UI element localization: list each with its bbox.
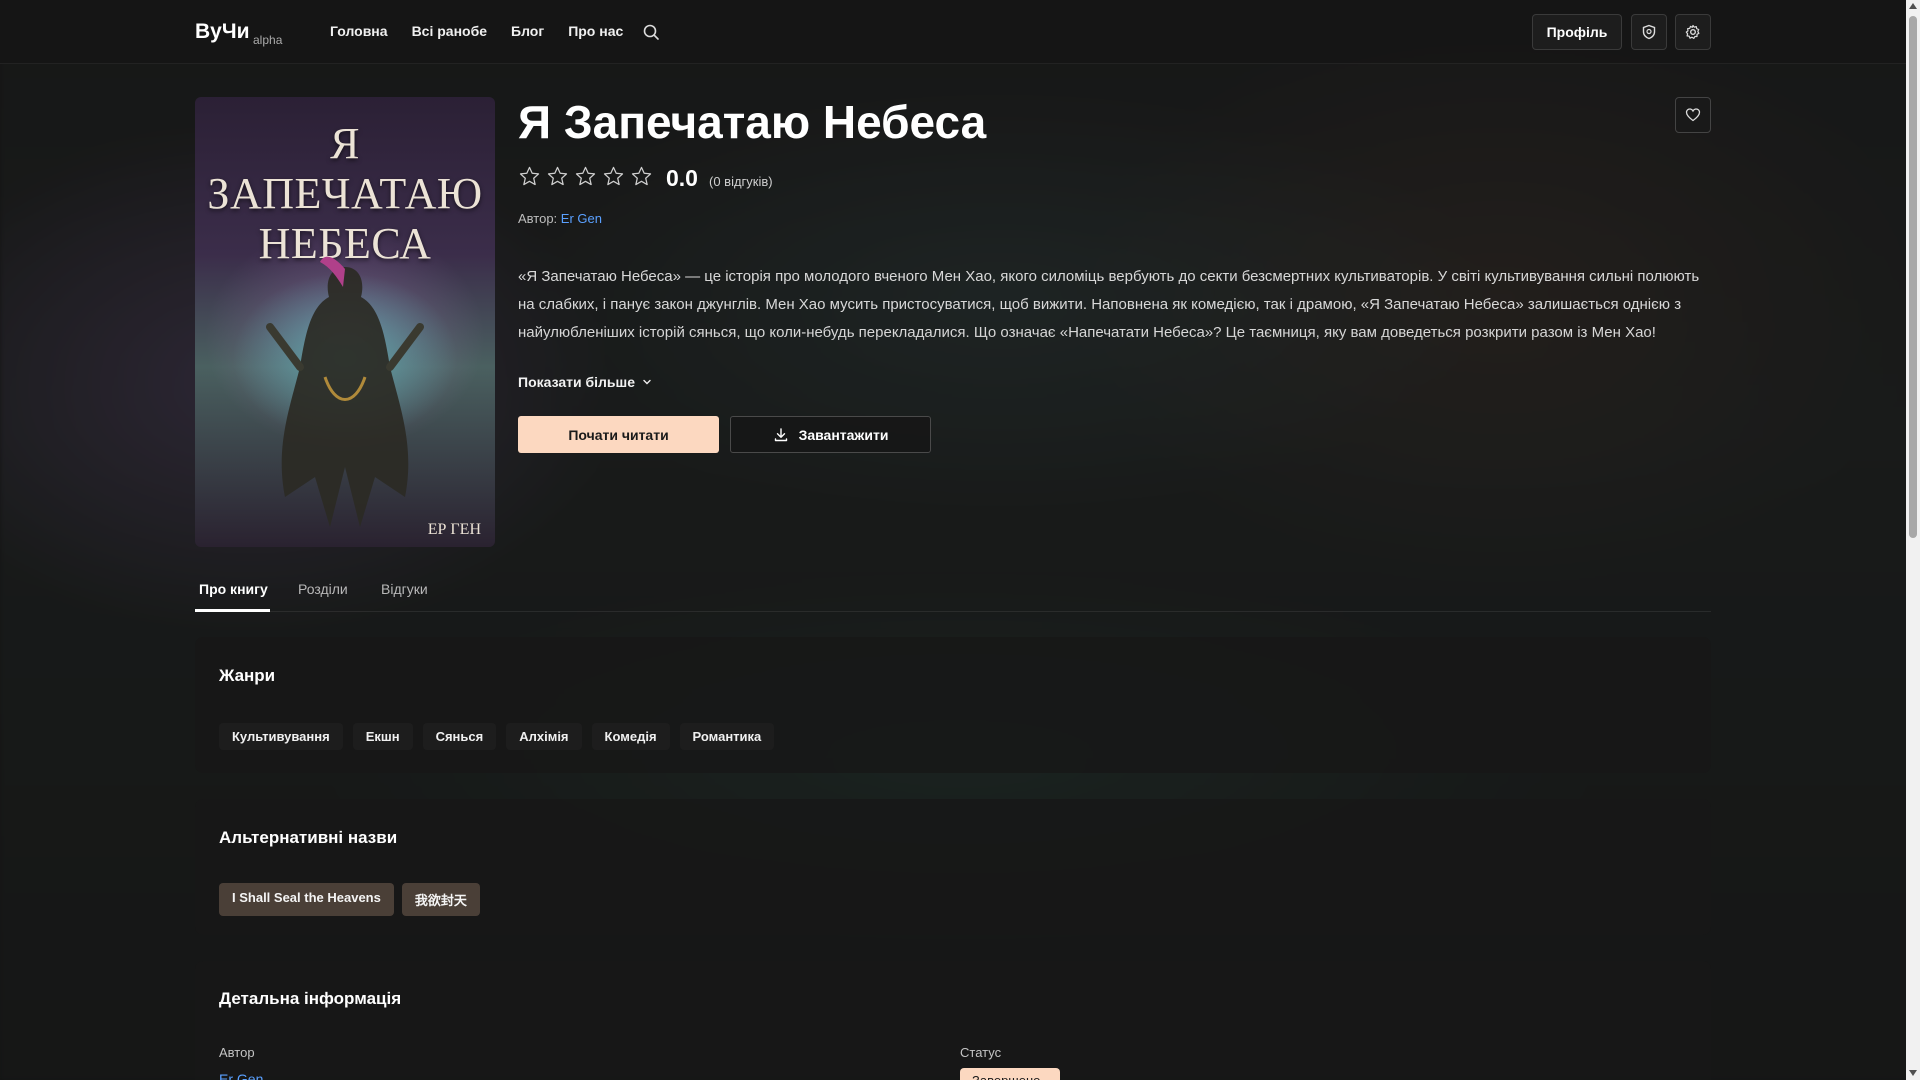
download-icon [774,427,787,441]
start-reading-button[interactable]: Почати читати [518,416,719,453]
genre-tag[interactable]: Комедія [591,723,670,750]
logo-badge: alpha [253,33,283,47]
genres-card: Жанри Культивування Екшн Сянься Алхімія … [195,637,1711,773]
detail-author-link[interactable]: Er Gen [219,1071,263,1080]
star-icon[interactable] [630,165,653,188]
search-icon[interactable] [640,21,662,43]
author-link[interactable]: Er Gen [561,211,602,226]
heart-icon[interactable] [1675,97,1711,133]
genre-tag[interactable]: Екшн [352,723,413,750]
nav-item-about[interactable]: Про нас [568,23,623,39]
rating-count: (0 відгуків) [709,174,773,189]
genre-list: Культивування Екшн Сянься Алхімія Комеді… [219,723,775,750]
tab-about[interactable]: Про книгу [199,581,268,597]
site-logo[interactable]: ВуЧи [195,20,250,44]
status-badge: Завершено [960,1068,1060,1080]
star-icon[interactable] [546,165,569,188]
tab-chapters[interactable]: Розділи [298,581,348,597]
star-icon[interactable] [518,165,541,188]
scroll-up-arrow[interactable] [1909,3,1917,9]
book-title: Я Запечатаю Небеса [518,96,987,148]
alt-names-card: Альтернативні назви I Shall Seal the Hea… [195,799,1711,935]
download-button[interactable]: Завантажити [730,416,931,453]
profile-button[interactable]: Профіль [1532,14,1622,50]
genre-tag[interactable]: Культивування [219,723,343,750]
shield-icon[interactable] [1631,14,1667,50]
genres-title: Жанри [219,666,276,685]
alt-name-list: I Shall Seal the Heavens 我欲封天 [219,883,480,916]
book-description: «Я Запечатаю Небеса» — це історія про мо… [518,268,1700,341]
details-card: Детальна інформація Автор Er Gen Статус … [195,961,1711,1080]
alt-name-tag: 我欲封天 [401,883,480,916]
star-icon[interactable] [574,165,597,188]
rating-stars [518,165,653,188]
main-nav: Головна Всі ранобе Блог Про нас [330,23,623,39]
detail-status-label: Статус [960,1045,1002,1060]
author-label: Автор: [518,211,558,226]
cover-illustration [266,256,424,527]
star-icon[interactable] [602,165,625,188]
rating-value: 0.0 [666,165,698,191]
book-cover: Я ЗАПЕЧАТАЮ НЕБЕСА ЕР ГЕН [195,97,495,547]
page-scrollbar[interactable] [1906,0,1920,1080]
alt-name-tag: I Shall Seal the Heavens [219,883,394,916]
active-tab-indicator [195,609,270,612]
chevron-down-icon [643,379,651,385]
top-navbar: ВуЧи alpha Головна Всі ранобе Блог Про н… [0,0,1906,64]
genre-tag[interactable]: Алхімія [506,723,582,750]
show-more-label: Показати більше [518,374,635,390]
tab-reviews[interactable]: Відгуки [381,581,428,597]
alt-names-title: Альтернативні назви [219,828,398,847]
nav-item-home[interactable]: Головна [330,23,388,39]
nav-item-blog[interactable]: Блог [511,23,544,39]
detail-author-label: Автор [219,1045,255,1060]
download-label: Завантажити [798,426,889,443]
cover-author: ЕР ГЕН [427,521,481,538]
author-line: Автор: Er Gen [518,211,602,226]
scroll-down-arrow[interactable] [1909,1070,1917,1076]
nav-item-all-novels[interactable]: Всі ранобе [412,23,487,39]
details-title: Детальна інформація [219,989,402,1008]
genre-tag[interactable]: Романтика [679,723,775,750]
genre-tag[interactable]: Сянься [422,723,497,750]
book-tabs: Про книгу Розділи Відгуки [195,578,1711,612]
gear-icon[interactable] [1675,14,1711,50]
show-more-button[interactable]: Показати більше [518,374,653,390]
scroll-thumb[interactable] [1909,16,1917,538]
